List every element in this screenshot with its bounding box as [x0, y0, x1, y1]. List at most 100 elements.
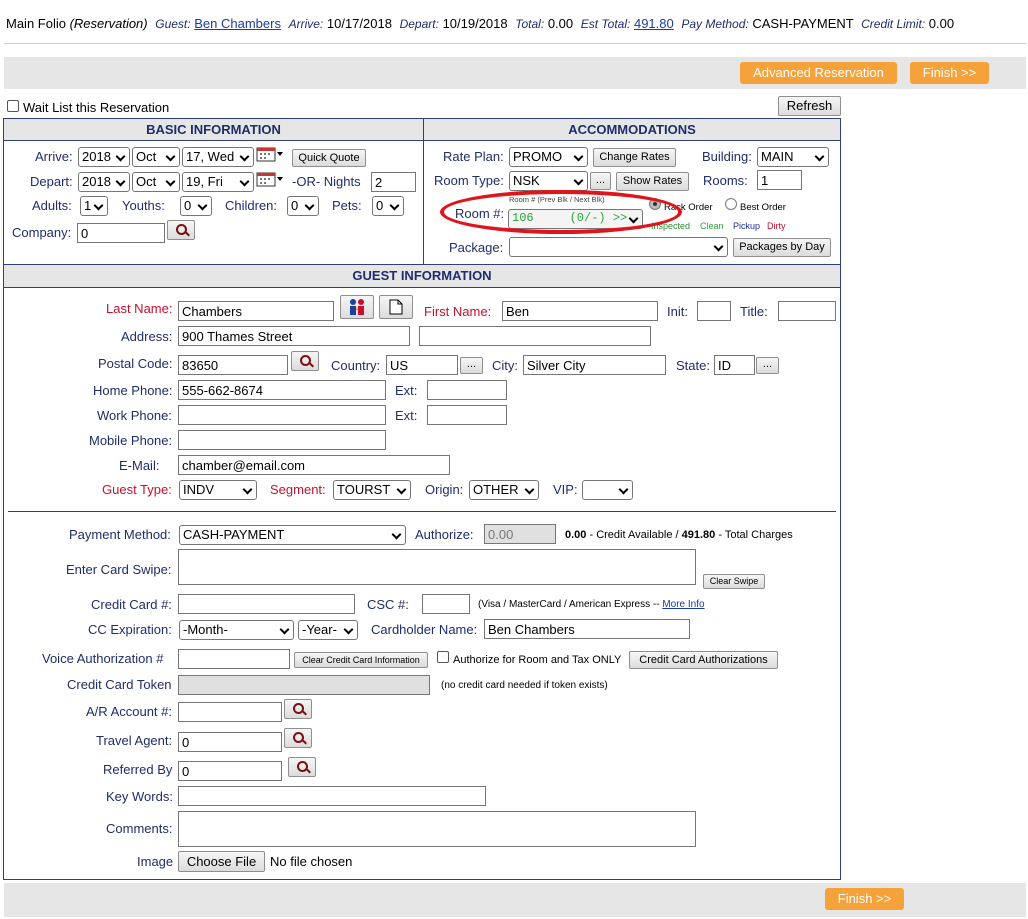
- est-total-link[interactable]: 491.80: [634, 16, 674, 31]
- card-types-text: (Visa / MasterCard / American Express --: [478, 599, 660, 610]
- depart-calendar-icon[interactable]: [256, 172, 286, 188]
- children-select[interactable]: 0: [287, 196, 319, 216]
- quick-quote-button[interactable]: Quick Quote: [292, 149, 366, 167]
- depart-year-select[interactable]: 2018: [78, 172, 130, 192]
- rate-plan-select[interactable]: PROMO: [509, 147, 588, 167]
- package-select[interactable]: [509, 237, 728, 257]
- address-line2-input[interactable]: [419, 326, 651, 346]
- key-words-input[interactable]: [178, 786, 486, 806]
- clear-swipe-button[interactable]: Clear Swipe: [703, 574, 765, 589]
- folio-mode: (Reservation): [69, 16, 148, 31]
- csc-input[interactable]: [422, 594, 470, 614]
- arrive-day-select[interactable]: 17, Wed: [182, 147, 254, 167]
- arrive-month-select[interactable]: Oct: [132, 147, 180, 167]
- card-swipe-textarea[interactable]: [178, 549, 696, 585]
- no-file-chosen-text: No file chosen: [270, 854, 353, 869]
- youths-select[interactable]: 0: [180, 196, 212, 216]
- nights-input[interactable]: [371, 172, 416, 192]
- credit-card-label: Credit Card #:: [91, 597, 172, 612]
- room-type-more-button[interactable]: ...: [590, 172, 611, 190]
- vip-select[interactable]: [582, 480, 633, 500]
- country-input[interactable]: [386, 355, 458, 375]
- referred-by-input[interactable]: [178, 761, 282, 781]
- postal-code-input[interactable]: [178, 355, 288, 375]
- header-divider: [4, 43, 1026, 44]
- room-type-select[interactable]: NSK: [509, 171, 588, 191]
- rooms-input[interactable]: [757, 170, 802, 190]
- pets-label: Pets:: [332, 198, 362, 213]
- pets-select[interactable]: 0: [372, 196, 404, 216]
- finish-button-bottom[interactable]: Finish >>: [825, 888, 904, 910]
- home-ext-input[interactable]: [427, 380, 507, 400]
- cardholder-input[interactable]: [484, 619, 690, 639]
- travel-agent-input[interactable]: [178, 732, 282, 752]
- referred-by-label: Referred By: [103, 762, 173, 777]
- card-swipe-label: Enter Card Swipe:: [66, 562, 172, 577]
- voice-auth-input[interactable]: [178, 649, 290, 669]
- postal-search-button[interactable]: [291, 351, 319, 371]
- clear-credit-card-button[interactable]: Clear Credit Card Information: [294, 652, 428, 668]
- work-ext-input[interactable]: [427, 405, 507, 425]
- segment-select[interactable]: TOURST: [333, 480, 411, 500]
- mobile-phone-input[interactable]: [178, 430, 386, 450]
- credit-card-input[interactable]: [178, 594, 355, 614]
- country-more-button[interactable]: ...: [460, 357, 483, 374]
- ar-account-input[interactable]: [178, 702, 282, 722]
- cc-authorizations-button[interactable]: Credit Card Authorizations: [629, 651, 778, 669]
- finish-button-top[interactable]: Finish >>: [910, 62, 989, 84]
- total-value: 0.00: [547, 16, 574, 31]
- show-rates-button[interactable]: Show Rates: [616, 172, 689, 191]
- adults-select[interactable]: 1: [80, 196, 108, 216]
- ar-account-label: A/R Account #:: [86, 704, 172, 719]
- referred-by-search-button[interactable]: [288, 757, 316, 777]
- exp-year-select[interactable]: -Year-: [298, 620, 358, 640]
- guest-lookup-button[interactable]: [340, 295, 374, 319]
- depart-day-select[interactable]: 19, Fri: [182, 172, 254, 192]
- arrive-label: Arrive:: [288, 17, 324, 31]
- first-name-input[interactable]: [502, 301, 658, 321]
- refresh-button[interactable]: Refresh: [778, 96, 841, 116]
- arrive-calendar-icon[interactable]: [256, 147, 286, 163]
- cc-token-label: Credit Card Token: [67, 677, 172, 692]
- new-guest-button[interactable]: [379, 295, 413, 319]
- title-input[interactable]: [778, 301, 836, 321]
- company-input[interactable]: [77, 223, 165, 243]
- comments-textarea[interactable]: [178, 811, 696, 847]
- building-select[interactable]: MAIN: [757, 147, 829, 167]
- choose-file-button[interactable]: Choose File: [178, 851, 265, 872]
- total-charges-value: 491.80: [681, 529, 716, 541]
- more-info-link[interactable]: More Info: [662, 599, 704, 610]
- company-search-button[interactable]: [167, 220, 195, 240]
- home-phone-input[interactable]: [178, 380, 386, 400]
- exp-month-select[interactable]: -Month-: [179, 620, 294, 640]
- guest-label: Guest:: [155, 17, 191, 31]
- waitlist-checkbox[interactable]: [7, 100, 19, 112]
- init-input[interactable]: [697, 301, 731, 321]
- work-phone-input[interactable]: [178, 405, 386, 425]
- origin-select[interactable]: OTHER: [469, 480, 539, 500]
- travel-agent-search-button[interactable]: [284, 728, 312, 748]
- address-line1-input[interactable]: [178, 326, 410, 346]
- last-name-input[interactable]: [178, 301, 334, 321]
- email-input[interactable]: [178, 455, 450, 475]
- advanced-reservation-button[interactable]: Advanced Reservation: [740, 62, 897, 84]
- vip-label: VIP:: [553, 482, 578, 497]
- state-more-button[interactable]: ...: [756, 357, 779, 374]
- column-divider: [423, 119, 424, 264]
- document-icon: [389, 299, 403, 315]
- depart-month-select[interactable]: Oct: [132, 172, 180, 192]
- city-input[interactable]: [523, 355, 666, 375]
- guest-name-link[interactable]: Ben Chambers: [194, 16, 281, 31]
- arrive-year-select[interactable]: 2018: [78, 147, 130, 167]
- ar-account-search-button[interactable]: [284, 699, 312, 719]
- guest-type-select[interactable]: INDV: [179, 480, 257, 500]
- best-order-radio[interactable]: [725, 198, 737, 210]
- packages-by-day-button[interactable]: Packages by Day: [733, 238, 831, 257]
- total-charges-text: - Total Charges: [718, 529, 793, 541]
- credit-available-text: - Credit Available /: [589, 529, 679, 541]
- youths-label: Youths:: [122, 198, 165, 213]
- payment-method-select[interactable]: CASH-PAYMENT: [179, 525, 406, 545]
- auth-room-tax-checkbox[interactable]: [437, 651, 449, 663]
- state-input[interactable]: [714, 355, 755, 375]
- change-rates-button[interactable]: Change Rates: [593, 148, 676, 167]
